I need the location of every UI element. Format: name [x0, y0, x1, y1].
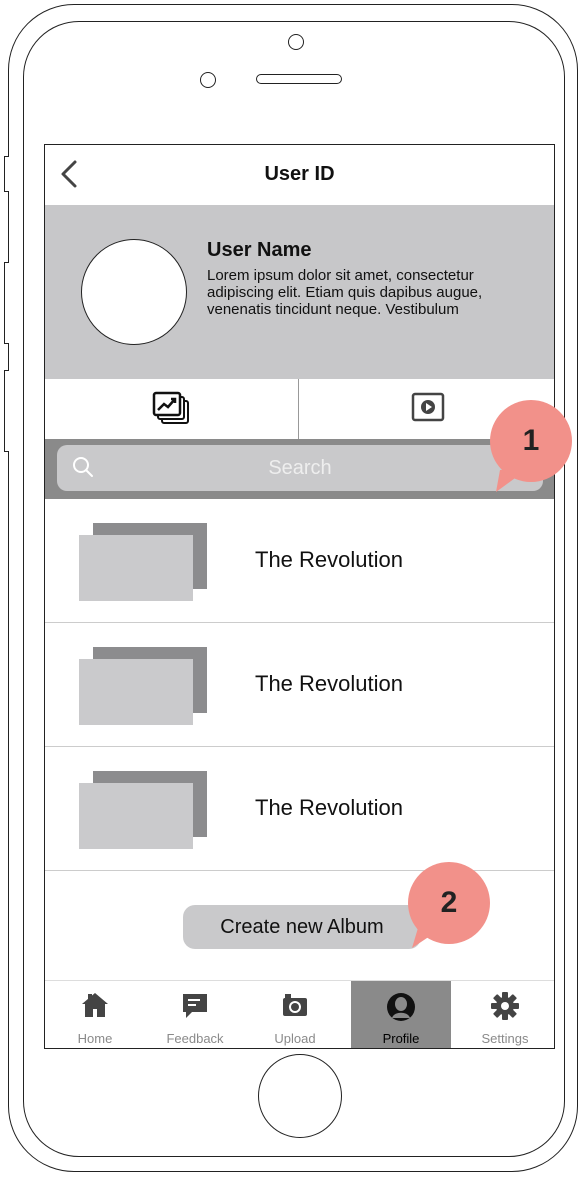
tabbar-item-home[interactable]: Home [45, 981, 145, 1048]
search-placeholder: Search [268, 457, 332, 479]
album-title: The Revolution [255, 547, 403, 572]
page-title: User ID [264, 163, 335, 185]
mute-switch [4, 156, 9, 192]
photo-album-icon [152, 391, 189, 424]
tabbar-label-profile: Profile [382, 1031, 420, 1046]
gear-icon [491, 992, 519, 1020]
tabbar-item-upload[interactable]: Upload [245, 981, 345, 1048]
tabbar-item-feedback[interactable]: Feedback [145, 981, 245, 1048]
media-tabs [45, 379, 554, 439]
avatar[interactable] [81, 239, 187, 345]
album-thumbnail [79, 535, 193, 601]
tabbar-label-feedback: Feedback [166, 1031, 224, 1046]
tabbar-label-home: Home [77, 1031, 113, 1046]
album-list: The Revolution The Revolution The Revolu… [45, 499, 554, 871]
feedback-icon [183, 994, 207, 1018]
volume-down-button [4, 370, 9, 452]
profile-icon [387, 993, 415, 1021]
tabbar-label-settings: Settings [481, 1031, 529, 1046]
camera-icon [283, 994, 307, 1016]
bottom-tab-bar: Home Feedback Upload Profile Settings [45, 980, 554, 1048]
volume-up-button [4, 262, 9, 344]
home-icon [82, 993, 108, 1017]
album-thumbnail [79, 659, 193, 725]
list-item[interactable]: The Revolution [45, 499, 554, 623]
user-description: Lorem ipsum dolor sit amet, consectetur … [207, 267, 483, 318]
navigation-bar: User ID [45, 145, 554, 205]
profile-header: User Name Lorem ipsum dolor sit amet, co… [45, 205, 554, 379]
album-title: The Revolution [255, 795, 403, 820]
annotation-badge-1: 1 [490, 400, 572, 482]
create-album-button[interactable]: Create new Album [183, 905, 421, 949]
list-item[interactable]: The Revolution [45, 747, 554, 871]
album-title: The Revolution [255, 671, 403, 696]
tabbar-item-profile[interactable]: Profile [351, 981, 451, 1048]
album-thumbnail [79, 783, 193, 849]
tabbar-label-upload: Upload [274, 1031, 316, 1046]
search-bar: Search [45, 439, 554, 499]
tab-albums[interactable] [45, 379, 299, 439]
annotation-badge-2: 2 [408, 862, 490, 944]
video-play-icon [411, 392, 444, 422]
user-name: User Name [207, 239, 312, 261]
search-input[interactable]: Search [57, 445, 543, 491]
proximity-sensor [200, 72, 216, 88]
tabbar-item-settings[interactable]: Settings [455, 981, 554, 1048]
list-item[interactable]: The Revolution [45, 623, 554, 747]
front-camera [288, 34, 304, 50]
home-hardware-button[interactable] [258, 1054, 342, 1138]
earpiece-speaker [256, 74, 342, 84]
